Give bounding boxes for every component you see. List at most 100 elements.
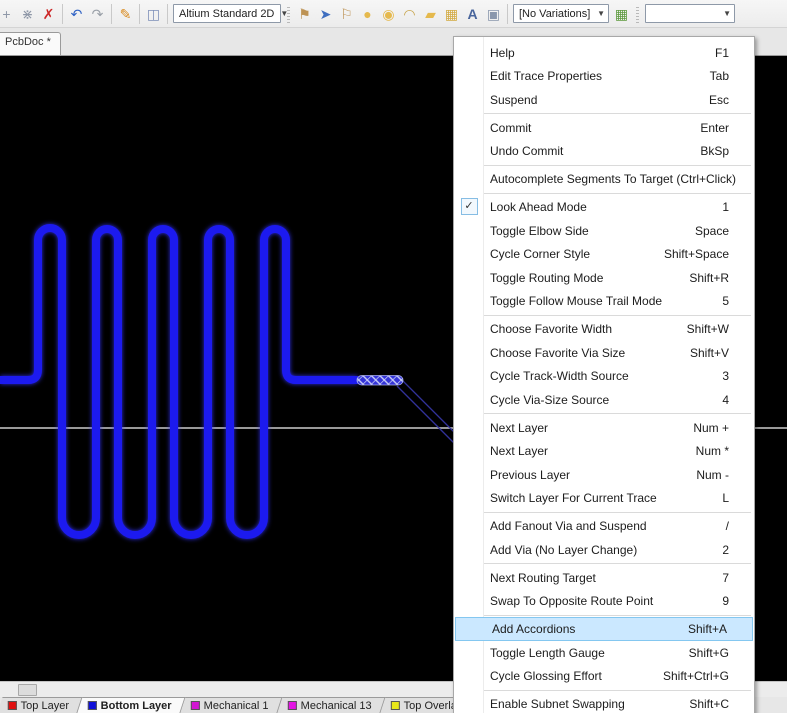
checkmark-icon: ✓ bbox=[461, 198, 478, 215]
menu-item-switch-layer-for-current-trace[interactable]: Switch Layer For Current TraceL bbox=[454, 487, 754, 511]
menu-item-shortcut: Esc bbox=[709, 93, 754, 107]
menu-item-look-ahead-mode[interactable]: ✓Look Ahead Mode1 bbox=[454, 195, 754, 219]
layer-color-swatch bbox=[391, 701, 400, 710]
menu-item-commit[interactable]: CommitEnter bbox=[454, 116, 754, 140]
board-insight-icon[interactable]: ◫ bbox=[143, 4, 164, 24]
component-icon[interactable]: ▣ bbox=[483, 4, 504, 24]
menu-item-label: Cycle Track-Width Source bbox=[484, 369, 722, 383]
crosshair-icon-glyph: + bbox=[2, 4, 10, 24]
layer-tab-mechanical-1[interactable]: Mechanical 1 bbox=[181, 697, 283, 713]
menu-item-next-routing-target[interactable]: Next Routing Target7 bbox=[454, 566, 754, 590]
menu-item-shortcut: 1 bbox=[722, 200, 754, 214]
toolbar-separator bbox=[111, 4, 112, 24]
arc-icon[interactable]: ◠ bbox=[399, 4, 420, 24]
delete-track-icon[interactable]: ✗ bbox=[38, 4, 59, 24]
chevron-down-icon[interactable]: ▼ bbox=[591, 9, 605, 18]
menu-item-label: Toggle Length Gauge bbox=[484, 646, 689, 660]
toolbar-separator bbox=[62, 4, 63, 24]
redo-icon[interactable]: ↷ bbox=[87, 4, 108, 24]
menu-item-shortcut: Shift+Ctrl+G bbox=[663, 669, 754, 683]
unnamed-combo[interactable]: ▼ bbox=[645, 4, 735, 23]
fill-icon[interactable]: ▰ bbox=[420, 4, 441, 24]
menu-item-label: Edit Trace Properties bbox=[484, 69, 710, 83]
menu-item-label: Next Layer bbox=[484, 444, 696, 458]
board-insight-icon-glyph: ◫ bbox=[147, 4, 160, 24]
menu-item-cycle-glossing-effort[interactable]: Cycle Glossing EffortShift+Ctrl+G bbox=[454, 664, 754, 688]
string-icon-glyph: A bbox=[467, 4, 477, 24]
menu-item-cycle-via-size-source[interactable]: Cycle Via-Size Source4 bbox=[454, 388, 754, 412]
menu-item-previous-layer[interactable]: Previous LayerNum - bbox=[454, 463, 754, 487]
menu-item-choose-favorite-width[interactable]: Choose Favorite WidthShift+W bbox=[454, 317, 754, 341]
menu-item-label: Swap To Opposite Route Point bbox=[484, 594, 722, 608]
variant-chip-icon-glyph: ▦ bbox=[615, 4, 628, 24]
menu-item-shortcut: Shift+G bbox=[689, 646, 754, 660]
differential-pair-route-icon[interactable]: ⚐ bbox=[336, 4, 357, 24]
toolbar-separator bbox=[167, 4, 168, 24]
menu-item-shortcut: Num - bbox=[696, 468, 754, 482]
layer-tab-label: Mechanical 13 bbox=[301, 700, 372, 712]
menu-separator bbox=[484, 113, 751, 114]
menu-item-add-via-no-layer-change[interactable]: Add Via (No Layer Change)2 bbox=[454, 538, 754, 562]
view-configuration-combo-value: Altium Standard 2D bbox=[179, 8, 274, 20]
menu-item-edit-trace-properties[interactable]: Edit Trace PropertiesTab bbox=[454, 65, 754, 89]
menu-separator bbox=[484, 413, 751, 414]
menu-item-gutter: ✓ bbox=[454, 198, 484, 215]
menu-item-shortcut: 2 bbox=[722, 543, 754, 557]
chevron-down-icon[interactable]: ▼ bbox=[717, 9, 731, 18]
via-icon[interactable]: ◉ bbox=[378, 4, 399, 24]
menu-item-shortcut: Shift+C bbox=[689, 697, 754, 711]
menu-item-autocomplete-segments-to-target-ctrl-click[interactable]: Autocomplete Segments To Target (Ctrl+Cl… bbox=[454, 167, 754, 191]
route-direction-icon[interactable]: ➤ bbox=[315, 4, 336, 24]
menu-item-toggle-elbow-side[interactable]: Toggle Elbow SideSpace bbox=[454, 219, 754, 243]
delete-track-icon-glyph: ✗ bbox=[43, 4, 55, 24]
menu-item-help[interactable]: HelpF1 bbox=[454, 41, 754, 65]
variant-chip-icon[interactable]: ▦ bbox=[611, 4, 632, 24]
pad-icon[interactable]: ● bbox=[357, 4, 378, 24]
menu-item-choose-favorite-via-size[interactable]: Choose Favorite Via SizeShift+V bbox=[454, 341, 754, 365]
menu-item-suspend[interactable]: SuspendEsc bbox=[454, 88, 754, 112]
layer-tab-bottom-layer[interactable]: Bottom Layer bbox=[78, 697, 186, 713]
toolbar-grip bbox=[635, 5, 640, 23]
menu-item-swap-to-opposite-route-point[interactable]: Swap To Opposite Route Point9 bbox=[454, 589, 754, 613]
menu-item-add-fanout-via-and-suspend[interactable]: Add Fanout Via and Suspend/ bbox=[454, 514, 754, 538]
menu-item-label: Choose Favorite Width bbox=[484, 322, 687, 336]
menu-separator bbox=[484, 165, 751, 166]
menu-item-shortcut: F1 bbox=[715, 46, 754, 60]
scrollbar-thumb[interactable] bbox=[18, 684, 37, 696]
menu-item-next-layer[interactable]: Next LayerNum + bbox=[454, 416, 754, 440]
variations-combo[interactable]: [No Variations]▼ bbox=[513, 4, 609, 23]
menu-item-shortcut: Num + bbox=[693, 421, 754, 435]
context-menu: HelpF1Edit Trace PropertiesTabSuspendEsc… bbox=[453, 36, 755, 713]
layer-color-swatch bbox=[8, 701, 17, 710]
snap-point-icon[interactable]: ⋇ bbox=[17, 4, 38, 24]
menu-item-shortcut: Space bbox=[695, 224, 754, 238]
menu-item-shortcut: Shift+Space bbox=[664, 247, 754, 261]
menu-item-toggle-routing-mode[interactable]: Toggle Routing ModeShift+R bbox=[454, 266, 754, 290]
menu-item-enable-subnet-swapping[interactable]: Enable Subnet SwappingShift+C bbox=[454, 692, 754, 713]
menu-item-label: Undo Commit bbox=[484, 144, 700, 158]
menu-item-cycle-corner-style[interactable]: Cycle Corner StyleShift+Space bbox=[454, 242, 754, 266]
menu-item-shortcut: Shift+W bbox=[687, 322, 754, 336]
menu-item-label: Cycle Via-Size Source bbox=[484, 393, 722, 407]
magic-wand-icon[interactable]: ✎ bbox=[115, 4, 136, 24]
menu-item-cycle-track-width-source[interactable]: Cycle Track-Width Source3 bbox=[454, 364, 754, 388]
menu-item-toggle-length-gauge[interactable]: Toggle Length GaugeShift+G bbox=[454, 641, 754, 665]
pad-array-icon[interactable]: ▦ bbox=[441, 4, 462, 24]
menu-item-toggle-follow-mouse-trail-mode[interactable]: Toggle Follow Mouse Trail Mode5 bbox=[454, 290, 754, 314]
menu-item-shortcut: 9 bbox=[722, 594, 754, 608]
layer-tab-top-layer[interactable]: Top Layer bbox=[0, 697, 83, 713]
menu-item-undo-commit[interactable]: Undo CommitBkSp bbox=[454, 140, 754, 164]
view-configuration-combo[interactable]: Altium Standard 2D▼ bbox=[173, 4, 281, 23]
interactive-route-icon[interactable]: ⚑ bbox=[294, 4, 315, 24]
menu-item-label: Help bbox=[484, 46, 715, 60]
variations-combo-value: [No Variations] bbox=[519, 8, 590, 20]
layer-tab-mechanical-13[interactable]: Mechanical 13 bbox=[277, 697, 385, 713]
menu-item-next-layer[interactable]: Next LayerNum * bbox=[454, 439, 754, 463]
string-icon[interactable]: A bbox=[462, 4, 483, 24]
undo-icon[interactable]: ↶ bbox=[66, 4, 87, 24]
crosshair-icon[interactable]: + bbox=[0, 4, 17, 24]
menu-item-add-accordions[interactable]: Add AccordionsShift+A bbox=[455, 617, 753, 641]
redo-icon-glyph: ↷ bbox=[92, 4, 104, 24]
document-tab-pcbdoc[interactable]: PcbDoc * bbox=[0, 32, 61, 55]
menu-item-label: Next Layer bbox=[484, 421, 693, 435]
